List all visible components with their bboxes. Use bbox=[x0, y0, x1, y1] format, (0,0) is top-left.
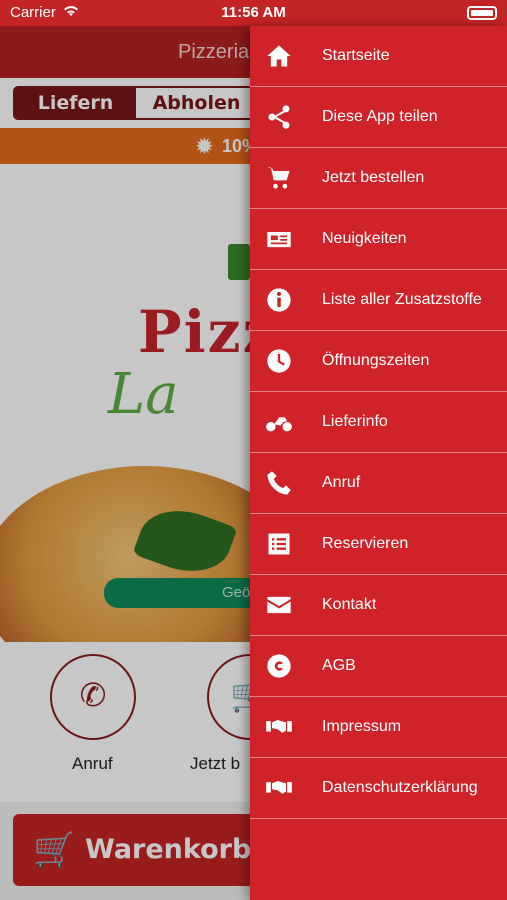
menu-item-opening-hours[interactable]: Öffnungszeiten bbox=[250, 331, 507, 392]
battery-icon bbox=[467, 6, 497, 20]
list-icon bbox=[264, 529, 294, 559]
menu-item-label: Datenschutzerklärung bbox=[322, 779, 478, 796]
menu-item-label: Jetzt bestellen bbox=[322, 169, 425, 186]
motorcycle-icon bbox=[264, 407, 294, 437]
menu-item-label: Neuigkeiten bbox=[322, 230, 407, 247]
phone-icon bbox=[264, 468, 294, 498]
menu-item-additives[interactable]: Liste aller Zusatzstoffe bbox=[250, 270, 507, 331]
handshake-icon bbox=[264, 773, 294, 803]
newspaper-icon bbox=[264, 224, 294, 254]
menu-item-imprint[interactable]: Impressum bbox=[250, 697, 507, 758]
home-icon bbox=[264, 41, 294, 71]
menu-item-call[interactable]: Anruf bbox=[250, 453, 507, 514]
menu-item-label: Reservieren bbox=[322, 535, 409, 552]
menu-item-privacy[interactable]: Datenschutzerklärung bbox=[250, 758, 507, 819]
info-icon bbox=[264, 285, 294, 315]
clock-time: 11:56 AM bbox=[221, 4, 286, 21]
menu-item-terms[interactable]: AGB bbox=[250, 636, 507, 697]
copyright-icon bbox=[264, 651, 294, 681]
menu-item-label: Anruf bbox=[322, 474, 361, 491]
handshake-icon bbox=[264, 712, 294, 742]
menu-item-label: Lieferinfo bbox=[322, 413, 388, 430]
menu-item-order-now[interactable]: Jetzt bestellen bbox=[250, 148, 507, 209]
menu-item-delivery-info[interactable]: Lieferinfo bbox=[250, 392, 507, 453]
menu-item-label: Impressum bbox=[322, 718, 402, 735]
status-bar: Carrier 11:56 AM bbox=[0, 0, 507, 26]
clock-icon bbox=[264, 346, 294, 376]
menu-item-share[interactable]: Diese App teilen bbox=[250, 87, 507, 148]
menu-item-label: Öffnungszeiten bbox=[322, 352, 430, 369]
menu-item-home[interactable]: Startseite bbox=[250, 26, 507, 87]
menu-item-label: AGB bbox=[322, 657, 356, 674]
side-drawer: Startseite Diese App teilen Jetzt bestel… bbox=[250, 26, 507, 900]
envelope-icon bbox=[264, 590, 294, 620]
menu-item-news[interactable]: Neuigkeiten bbox=[250, 209, 507, 270]
menu-item-label: Kontakt bbox=[322, 596, 377, 613]
menu-item-reserve[interactable]: Reservieren bbox=[250, 514, 507, 575]
menu-item-contact[interactable]: Kontakt bbox=[250, 575, 507, 636]
share-icon bbox=[264, 102, 294, 132]
menu-item-label: Diese App teilen bbox=[322, 108, 438, 125]
cart-icon bbox=[264, 163, 294, 193]
menu-item-label: Startseite bbox=[322, 47, 390, 64]
menu-item-label: Liste aller Zusatzstoffe bbox=[322, 291, 482, 308]
